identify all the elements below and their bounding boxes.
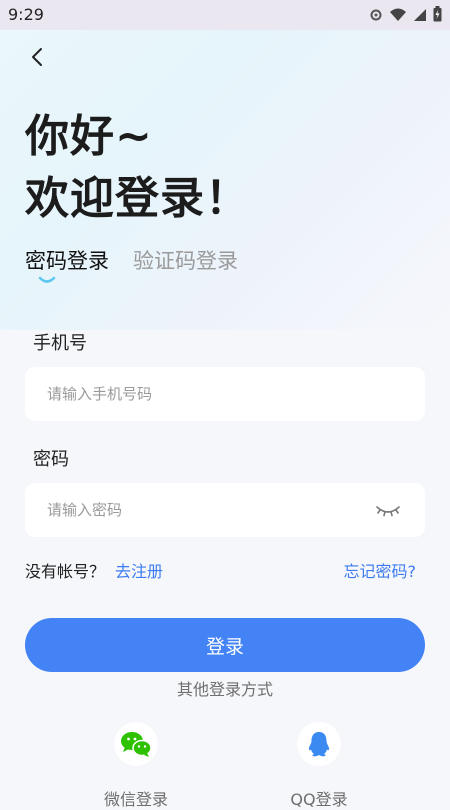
password-field-box xyxy=(25,483,425,537)
battery-icon xyxy=(433,6,442,26)
qq-login-label: QQ登录 xyxy=(290,790,348,809)
password-input[interactable] xyxy=(45,500,369,520)
tab-indicator xyxy=(38,276,56,283)
phone-field-box xyxy=(25,367,425,421)
login-tabs: 密码登录 验证码登录 xyxy=(25,245,238,275)
greeting-line2: 欢迎登录！ xyxy=(25,173,250,224)
forgot-password-link[interactable]: 忘记密码? xyxy=(344,558,417,582)
other-login-title: 其他登录方式 xyxy=(176,680,273,699)
gear-icon xyxy=(369,7,383,26)
wechat-icon xyxy=(121,732,152,757)
back-button[interactable] xyxy=(22,42,52,72)
greeting-line1: 你好~ xyxy=(25,111,153,162)
qq-icon xyxy=(308,732,330,757)
wechat-login-button[interactable] xyxy=(114,722,158,766)
status-icons xyxy=(369,6,442,26)
tab-password-login[interactable]: 密码登录 xyxy=(25,245,109,275)
back-arrow-icon xyxy=(32,48,42,66)
eye-closed-icon[interactable] xyxy=(375,501,401,519)
phone-input[interactable] xyxy=(45,384,369,404)
no-account-text: 没有帐号？ xyxy=(25,562,106,581)
status-bar: 9:29 xyxy=(0,0,450,30)
status-time: 9:29 xyxy=(8,5,44,24)
tab-code-login[interactable]: 验证码登录 xyxy=(133,245,238,275)
qq-login-button[interactable] xyxy=(297,722,341,766)
register-link[interactable]: 去注册 xyxy=(115,558,163,582)
password-label: 密码 xyxy=(33,449,69,470)
wifi-icon xyxy=(389,7,407,26)
phone-label: 手机号 xyxy=(33,333,87,354)
login-button[interactable]: 登录 xyxy=(25,618,425,672)
wechat-login-label: 微信登录 xyxy=(103,790,168,809)
signal-icon xyxy=(413,7,427,26)
